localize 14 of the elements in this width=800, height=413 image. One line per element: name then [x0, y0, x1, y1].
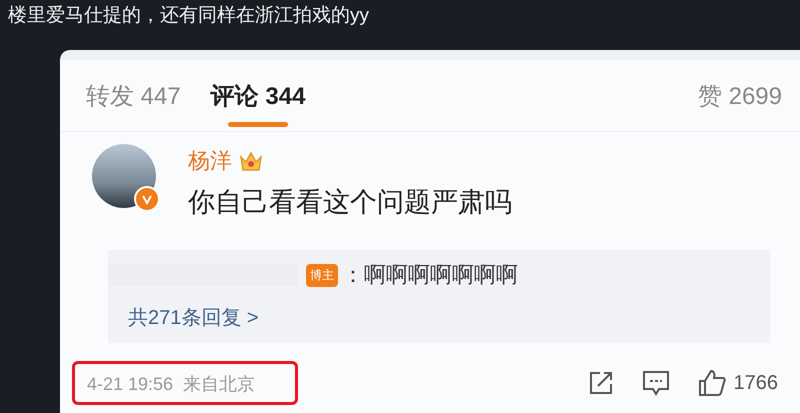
share-icon[interactable] [588, 370, 614, 396]
author-badge: 博主 [306, 264, 338, 286]
crown-icon [238, 149, 264, 173]
thumbs-up-icon [698, 369, 726, 397]
caption-text: 楼里爱马仕提的，还有同样在浙江拍戏的yy [7, 4, 370, 28]
comment-icon[interactable] [642, 370, 670, 396]
like-button[interactable]: 1766 [698, 369, 778, 397]
time-location-text: 4-21 19:56 来自北京 [87, 374, 256, 394]
tab[interactable]: 评论 344 [210, 80, 306, 127]
likes-tab[interactable]: 赞 2699 [698, 80, 782, 112]
comment-text: 你自己看看这个问题严肃吗 [188, 186, 513, 219]
reply-text: ：啊啊啊啊啊啊啊 [342, 261, 518, 289]
tab[interactable]: 转发 447 [86, 80, 181, 127]
replies-link[interactable]: 共271条回复 > [128, 304, 770, 331]
